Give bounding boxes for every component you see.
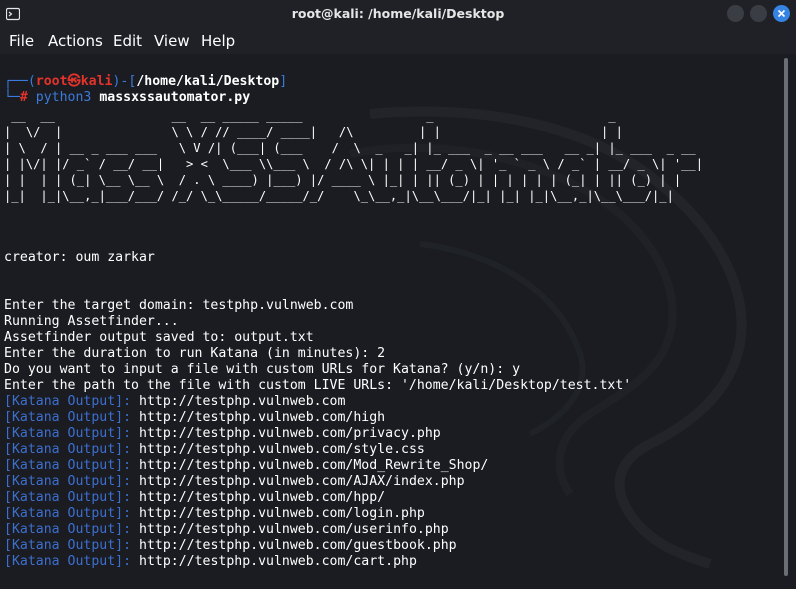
katana-url: http://testphp.vulnweb.com/userinfo.php (139, 522, 449, 537)
katana-output-line: [Katana Output]: http://testphp.vulnweb.… (4, 506, 425, 522)
katana-url: http://testphp.vulnweb.com/hpp/ (139, 490, 386, 505)
menu-edit[interactable]: Edit (113, 32, 142, 50)
command-name: python3 (35, 90, 92, 105)
command-argument: massxssautomator.py (99, 90, 251, 105)
katana-output-line: [Katana Output]: http://testphp.vulnweb.… (4, 522, 449, 538)
prompt-hash: # (19, 90, 28, 105)
output-line: Enter the path to the file with custom L… (4, 378, 632, 393)
banner-line: | |\/| |/ _` / __/ __| > < \___ \\___ \ … (4, 157, 703, 171)
prompt-at-symbol: ㉿ (67, 74, 81, 89)
katana-label: [Katana Output]: (4, 554, 132, 569)
katana-url: http://testphp.vulnweb.com/Mod_Rewrite_S… (139, 458, 489, 473)
katana-output-line: [Katana Output]: http://testphp.vulnweb.… (4, 410, 385, 426)
output-line: Assetfinder output saved to: output.txt (4, 330, 314, 345)
katana-output-line: [Katana Output]: http://testphp.vulnweb.… (4, 394, 345, 410)
output-line: Enter the target domain: testphp.vulnweb… (4, 298, 354, 313)
prompt-user: root (35, 74, 68, 89)
menu-actions[interactable]: Actions (48, 32, 103, 50)
banner-line: | \/ | \ \ / // ____/ ____| /\ | | | | (4, 125, 711, 139)
prompt-line: ┌──(root㉿kali)-[/home/kali/Desktop] (4, 74, 287, 90)
katana-url: http://testphp.vulnweb.com/style.css (139, 442, 425, 457)
prompt-separator: )-[ (112, 74, 137, 89)
katana-label: [Katana Output]: (4, 426, 132, 441)
output-line: Enter the duration to run Katana (in min… (4, 346, 386, 361)
creator-line: creator: oum zarkar (4, 250, 155, 265)
minimize-button[interactable] (727, 5, 744, 22)
katana-label: [Katana Output]: (4, 506, 132, 521)
terminal-app-icon[interactable] (6, 7, 20, 21)
banner-line: |_| |_|\__,_|___/___/ /_/ \_\_____/_____… (4, 189, 696, 203)
maximize-button[interactable] (750, 5, 767, 22)
menu-help[interactable]: Help (201, 32, 235, 50)
katana-output-line: [Katana Output]: http://testphp.vulnweb.… (4, 426, 441, 442)
katana-label: [Katana Output]: (4, 410, 132, 425)
close-icon (777, 9, 786, 18)
katana-label: [Katana Output]: (4, 490, 132, 505)
banner-line: __ __ __ __ _____ _____ _ _ (4, 109, 711, 123)
prompt-corner-top: ┌──( (4, 74, 36, 89)
katana-url: http://testphp.vulnweb.com (139, 394, 346, 409)
katana-output-line: [Katana Output]: http://testphp.vulnweb.… (4, 554, 417, 570)
output-line: Do you want to input a file with custom … (4, 362, 521, 377)
banner-line: | \ / | __ _ ___ ___ \ V /| (___| (___ /… (4, 141, 703, 155)
window-title: root@kali: /home/kali/Desktop (291, 6, 505, 21)
prompt-path: /home/kali/Desktop (136, 74, 280, 89)
output-line: Running Assetfinder... (4, 314, 179, 329)
katana-output-line: [Katana Output]: http://testphp.vulnweb.… (4, 538, 457, 554)
menu-file[interactable]: File (9, 32, 34, 50)
banner-line: | | | | (_| \__ \__ \ / . \ ____) |___) … (4, 173, 703, 187)
menu-view[interactable]: View (154, 32, 190, 50)
katana-label: [Katana Output]: (4, 522, 132, 537)
katana-label: [Katana Output]: (4, 458, 132, 473)
prompt-corner-bottom: └─ (4, 90, 20, 105)
title-bar: root@kali: /home/kali/Desktop (0, 0, 796, 28)
prompt-host: kali (80, 74, 113, 89)
katana-url: http://testphp.vulnweb.com/login.php (139, 506, 425, 521)
prompt-bracket-close: ] (279, 74, 288, 89)
katana-output-line: [Katana Output]: http://testphp.vulnweb.… (4, 442, 425, 458)
vertical-scrollbar[interactable] (780, 54, 796, 589)
scrollbar-thumb[interactable] (784, 58, 788, 576)
katana-output-line: [Katana Output]: http://testphp.vulnweb.… (4, 474, 465, 490)
katana-output-line: [Katana Output]: http://testphp.vulnweb.… (4, 458, 488, 474)
katana-url: http://testphp.vulnweb.com/AJAX/index.ph… (139, 474, 465, 489)
katana-output-line: [Katana Output]: http://testphp.vulnweb.… (4, 490, 385, 506)
katana-label: [Katana Output]: (4, 474, 132, 489)
katana-label: [Katana Output]: (4, 538, 132, 553)
terminal-output[interactable]: ┌──(root㉿kali)-[/home/kali/Desktop] └─# … (0, 54, 780, 589)
close-button[interactable] (773, 5, 790, 22)
command-line: └─# python3 massxssautomator.py (4, 90, 250, 106)
menu-bar: File Actions Edit View Help (0, 28, 796, 54)
katana-url: http://testphp.vulnweb.com/high (139, 410, 386, 425)
katana-url: http://testphp.vulnweb.com/cart.php (139, 554, 417, 569)
katana-label: [Katana Output]: (4, 442, 132, 457)
katana-url: http://testphp.vulnweb.com/guestbook.php (139, 538, 457, 553)
katana-url: http://testphp.vulnweb.com/privacy.php (139, 426, 441, 441)
katana-label: [Katana Output]: (4, 394, 132, 409)
